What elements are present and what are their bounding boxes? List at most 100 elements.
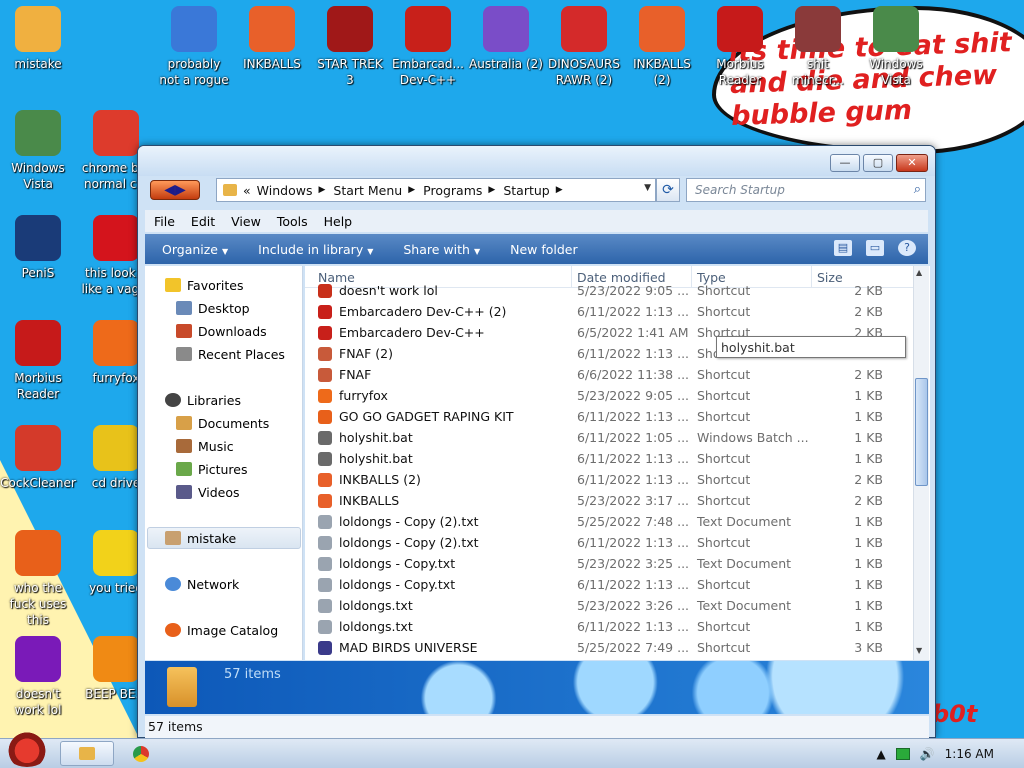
maximize-button[interactable]: ▢ — [863, 154, 893, 172]
refresh-button[interactable]: ⟳ — [656, 178, 680, 202]
file-row[interactable]: Embarcadero Dev-C++ (2) 6/11/2022 1:13 ..… — [305, 302, 913, 323]
chevron-down-icon[interactable]: ▼ — [644, 183, 651, 193]
start-button[interactable] — [4, 731, 50, 767]
nav-downloads[interactable]: Downloads — [176, 322, 267, 340]
desktop-icon-9[interactable]: shit minecr... — [780, 6, 856, 88]
breadcrumb-overflow[interactable]: « — [243, 183, 251, 198]
volume-icon[interactable]: 🔊 — [920, 747, 935, 761]
desktop-icon-label: shit minecr... — [792, 57, 844, 87]
scroll-up-icon[interactable]: ▲ — [916, 268, 922, 277]
battery-icon[interactable] — [895, 748, 910, 760]
tooltip: holyshit.bat — [716, 336, 906, 358]
desktop-icon-4[interactable]: Embarcad... Dev-C++ — [390, 6, 466, 88]
breadcrumb-start-menu[interactable]: Start Menu — [333, 183, 402, 198]
clock[interactable]: 1:16 AM — [945, 747, 994, 761]
file-row[interactable]: loldongs.txt 5/23/2022 3:26 ... Text Docum… — [305, 596, 913, 617]
nav-libraries[interactable]: Libraries — [165, 391, 241, 409]
nav-music[interactable]: Music — [176, 437, 234, 455]
nav-network[interactable]: Network — [165, 575, 239, 593]
chevron-right-icon[interactable]: ▶ — [318, 185, 325, 195]
file-type: Shortcut — [697, 577, 751, 592]
chevron-right-icon[interactable]: ▶ — [556, 185, 563, 195]
breadcrumb-windows[interactable]: Windows — [257, 183, 313, 198]
view-options-icon[interactable]: ▤ — [834, 240, 852, 256]
file-row[interactable]: MAD BIRDS UNIVERSE 5/25/2022 7:49 ... Shor… — [305, 638, 913, 659]
menu-tools[interactable]: Tools — [277, 214, 308, 229]
file-row[interactable]: loldongs - Copy (2).txt 5/25/2022 7:48 ..… — [305, 512, 913, 533]
opera-icon — [93, 215, 139, 261]
libraries-icon — [165, 393, 181, 407]
chevron-right-icon[interactable]: ▶ — [488, 185, 495, 195]
folder-image-icon — [15, 6, 61, 52]
file-row[interactable]: holyshit.bat 6/11/2022 1:05 ... Windows Ba… — [305, 428, 913, 449]
file-name: holyshit.bat — [339, 430, 413, 445]
address-bar[interactable]: « Windows ▶ Start Menu ▶ Programs ▶ Startup… — [216, 178, 656, 202]
file-row[interactable]: FNAF 6/6/2022 11:38 ... Shortcut 2 KB — [305, 365, 913, 386]
scrollbar-thumb[interactable] — [915, 378, 928, 486]
file-row[interactable]: GO GO GADGET RAPING KIT 6/11/2022 1:13 ..… — [305, 407, 913, 428]
chevron-down-icon: ▼ — [222, 246, 229, 256]
file-row[interactable]: loldongs - Copy (2).txt 6/11/2022 1:13 ..… — [305, 533, 913, 554]
desktop-icon-13[interactable]: PeniS — [0, 215, 76, 281]
minimize-button[interactable]: — — [830, 154, 860, 172]
desktop-icon-3[interactable]: STAR TREK 3 — [312, 6, 388, 88]
menu-edit[interactable]: Edit — [191, 214, 215, 229]
help-icon[interactable]: ? — [898, 240, 916, 256]
share-label: Share with — [403, 241, 470, 257]
desktop-icon-6[interactable]: DINOSAURS RAWR (2) — [546, 6, 622, 88]
chevron-right-icon[interactable]: ▶ — [408, 185, 415, 195]
desktop-icon-15[interactable]: Morbius Reader — [0, 320, 76, 402]
vertical-scrollbar[interactable]: ▲ ▼ — [913, 266, 929, 660]
desktop-icon-2[interactable]: INKBALLS — [234, 6, 310, 72]
nav-recent-places[interactable]: Recent Places — [176, 345, 285, 363]
cd-icon — [93, 425, 139, 471]
desktop-icon-11[interactable]: Windows Vista — [0, 110, 76, 192]
menu-help[interactable]: Help — [324, 214, 353, 229]
title-bar[interactable]: — ▢ ✕ — [138, 146, 935, 176]
include-in-library-button[interactable]: Include in library ▼ — [258, 242, 373, 257]
nav-pictures[interactable]: Pictures — [176, 460, 248, 478]
file-row[interactable]: furryfox 5/23/2022 9:05 ... Shortcut 1 KB — [305, 386, 913, 407]
nav-videos[interactable]: Videos — [176, 483, 240, 501]
file-row[interactable]: INKBALLS 5/23/2022 3:17 ... Shortcut 2 KB — [305, 491, 913, 512]
taskbar-explorer[interactable] — [60, 741, 114, 766]
desktop-icon-10[interactable]: Windows Vista — [858, 6, 934, 88]
file-row[interactable]: loldongs - Copy.txt 5/23/2022 3:25 ... Tex… — [305, 554, 913, 575]
nav-image-catalog[interactable]: Image Catalog — [165, 621, 278, 639]
file-row[interactable]: doesn't work lol 5/23/2022 9:05 ... Shortc… — [305, 281, 913, 302]
desktop-icon-17[interactable]: CockCleaner — [0, 425, 76, 491]
nav-favorites[interactable]: Favorites — [165, 276, 243, 294]
breadcrumb-programs[interactable]: Programs — [423, 183, 482, 198]
close-button[interactable]: ✕ — [896, 154, 928, 172]
breadcrumb-startup[interactable]: Startup — [503, 183, 549, 198]
search-input[interactable]: Search Startup ⌕ — [686, 178, 926, 202]
menu-file[interactable]: File — [154, 214, 175, 229]
file-row[interactable]: loldongs - Copy.txt 6/11/2022 1:13 ... Sho… — [305, 575, 913, 596]
nav-desktop[interactable]: Desktop — [176, 299, 250, 317]
file-row[interactable]: INKBALLS (2) 6/11/2022 1:13 ... Shortcut 2 … — [305, 470, 913, 491]
desktop-icon-0[interactable]: mistake — [0, 6, 76, 72]
menu-view[interactable]: View — [231, 214, 261, 229]
desktop-icon-5[interactable]: Australia (2) — [468, 6, 544, 72]
nav-documents[interactable]: Documents — [176, 414, 269, 432]
chevron-up-icon[interactable]: ▲ — [876, 747, 885, 761]
desktop-icon-19[interactable]: who the fuck uses this — [0, 530, 76, 628]
taskbar-chrome[interactable] — [114, 741, 168, 766]
preview-pane-icon[interactable]: ▭ — [866, 240, 884, 256]
share-with-button[interactable]: Share with ▼ — [403, 242, 480, 257]
desktop-icon-7[interactable]: INKBALLS (2) — [624, 6, 700, 88]
chevron-down-icon: ▼ — [367, 246, 374, 256]
nav-mistake[interactable]: mistake — [165, 529, 236, 547]
desktop-icon-21[interactable]: doesn't work lol — [0, 636, 76, 718]
chevron-down-icon: ▼ — [473, 246, 481, 256]
star-icon — [93, 530, 139, 576]
search-icon[interactable]: ⌕ — [914, 182, 921, 197]
organize-button[interactable]: Organize ▼ — [162, 242, 228, 257]
desktop-icon-8[interactable]: Morbius Reader — [702, 6, 778, 88]
back-forward-buttons[interactable]: ◀▶ — [150, 180, 200, 200]
file-row[interactable]: holyshit.bat 6/11/2022 1:13 ... Shortcut 1 … — [305, 449, 913, 470]
new-folder-button[interactable]: New folder — [510, 242, 578, 257]
scroll-down-icon[interactable]: ▼ — [916, 646, 922, 655]
desktop-icon-1[interactable]: probably not a rogue — [156, 6, 232, 88]
file-row[interactable]: loldongs.txt 6/11/2022 1:13 ... Shortcut 1 … — [305, 617, 913, 638]
